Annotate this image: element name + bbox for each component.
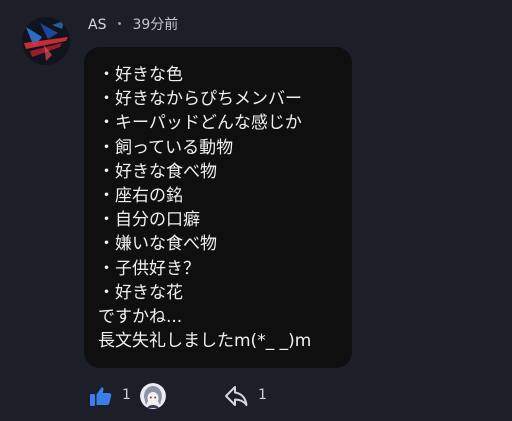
comment-header: AS ・ 39分前 [88,16,178,34]
comment-line: ・好きな色 [98,65,183,85]
comment-line: ・好きな花 [98,282,183,303]
reply-count: 1 [258,387,267,403]
comment-line: ・キーパッドどんな感じか [98,113,302,134]
comment-line: ですかね... [98,307,183,328]
header-separator: ・ [112,17,127,33]
reactor-avatar[interactable] [140,383,166,409]
comment-line: ・好きな食べ物 [98,161,217,182]
comment-line: ・嫌いな食べ物 [98,234,217,255]
author-avatar-image [22,17,70,65]
comment-line: 長文失礼しましたm(*_ _)m [98,331,312,352]
author-avatar[interactable] [22,17,70,65]
comment-line: ・子供好き？ [98,258,200,279]
thumbs-up-icon[interactable] [88,383,114,409]
comment-line: ・好きなからぴちメンバー [98,89,302,110]
author-name[interactable]: AS [88,17,106,33]
comment-line: ・飼っている動物 [98,137,234,158]
reply-arrow-icon[interactable] [224,384,250,408]
comment-timestamp: 39分前 [132,17,179,33]
comment-line: ・自分の口癖 [98,210,200,231]
comment-bubble: ・好きな色 ・好きなからぴちメンバー ・キーパッドどんな感じか ・飼っている動物… [84,47,352,368]
like-count: 1 [122,387,131,403]
comment-line: ・座右の銘 [98,186,183,207]
